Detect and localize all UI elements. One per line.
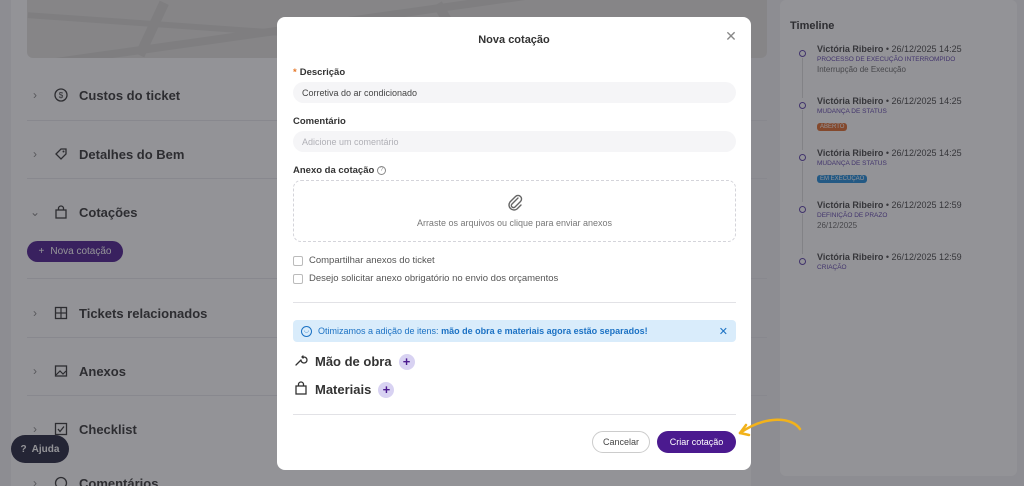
cancel-button[interactable]: Cancelar bbox=[592, 431, 650, 453]
modal-title: Nova cotação bbox=[478, 34, 550, 46]
info-text: Otimizamos a adição de itens: bbox=[318, 326, 439, 336]
info-bold-text: mão de obra e materiais agora estão sepa… bbox=[441, 326, 648, 336]
checkbox-label: Compartilhar anexos do ticket bbox=[309, 255, 435, 266]
create-cotacao-button[interactable]: Criar cotação bbox=[657, 431, 736, 453]
wrench-icon bbox=[293, 353, 308, 370]
attachment-dropzone[interactable]: Arraste os arquivos ou clique para envia… bbox=[293, 180, 736, 242]
bag-icon bbox=[293, 381, 308, 398]
smile-icon: ◡ bbox=[301, 325, 312, 337]
materiais-section: Materiais + bbox=[293, 381, 395, 398]
checkbox[interactable] bbox=[293, 255, 303, 266]
materiais-label: Materiais bbox=[315, 382, 372, 397]
obrigatorio-checkbox-row[interactable]: Desejo solicitar anexo obrigatório no en… bbox=[293, 273, 558, 284]
help-circle-icon[interactable]: ? bbox=[377, 165, 387, 175]
info-banner: ◡ Otimizamos a adição de itens: mão de o… bbox=[293, 320, 736, 342]
paperclip-icon bbox=[294, 193, 735, 218]
divider bbox=[293, 302, 736, 303]
comentario-label: Comentário bbox=[293, 116, 346, 127]
mao-de-obra-section: Mão de obra + bbox=[293, 353, 415, 370]
pointer-arrow-icon bbox=[738, 418, 802, 437]
required-asterisk: * bbox=[293, 67, 297, 78]
close-icon[interactable]: ✕ bbox=[719, 325, 728, 338]
anexo-label: Anexo da cotação? bbox=[293, 165, 387, 176]
descricao-label: * Descrição bbox=[293, 67, 346, 78]
add-materiais-button[interactable]: + bbox=[378, 381, 395, 398]
mao-de-obra-label: Mão de obra bbox=[315, 354, 392, 369]
compartilhar-checkbox-row[interactable]: Compartilhar anexos do ticket bbox=[293, 255, 435, 266]
dropzone-text: Arraste os arquivos ou clique para envia… bbox=[416, 218, 613, 228]
nova-cotacao-modal: Nova cotação ✕ * Descrição Corretiva do a… bbox=[277, 17, 751, 470]
divider bbox=[293, 414, 736, 415]
checkbox-label: Desejo solicitar anexo obrigatório no en… bbox=[309, 273, 559, 284]
add-mao-de-obra-button[interactable]: + bbox=[398, 353, 415, 370]
close-icon[interactable]: ✕ bbox=[723, 28, 739, 44]
descricao-input[interactable]: Corretiva do ar condicionado bbox=[293, 82, 736, 103]
checkbox[interactable] bbox=[293, 273, 303, 284]
comentario-input[interactable]: Adicione um comentário bbox=[293, 131, 736, 152]
